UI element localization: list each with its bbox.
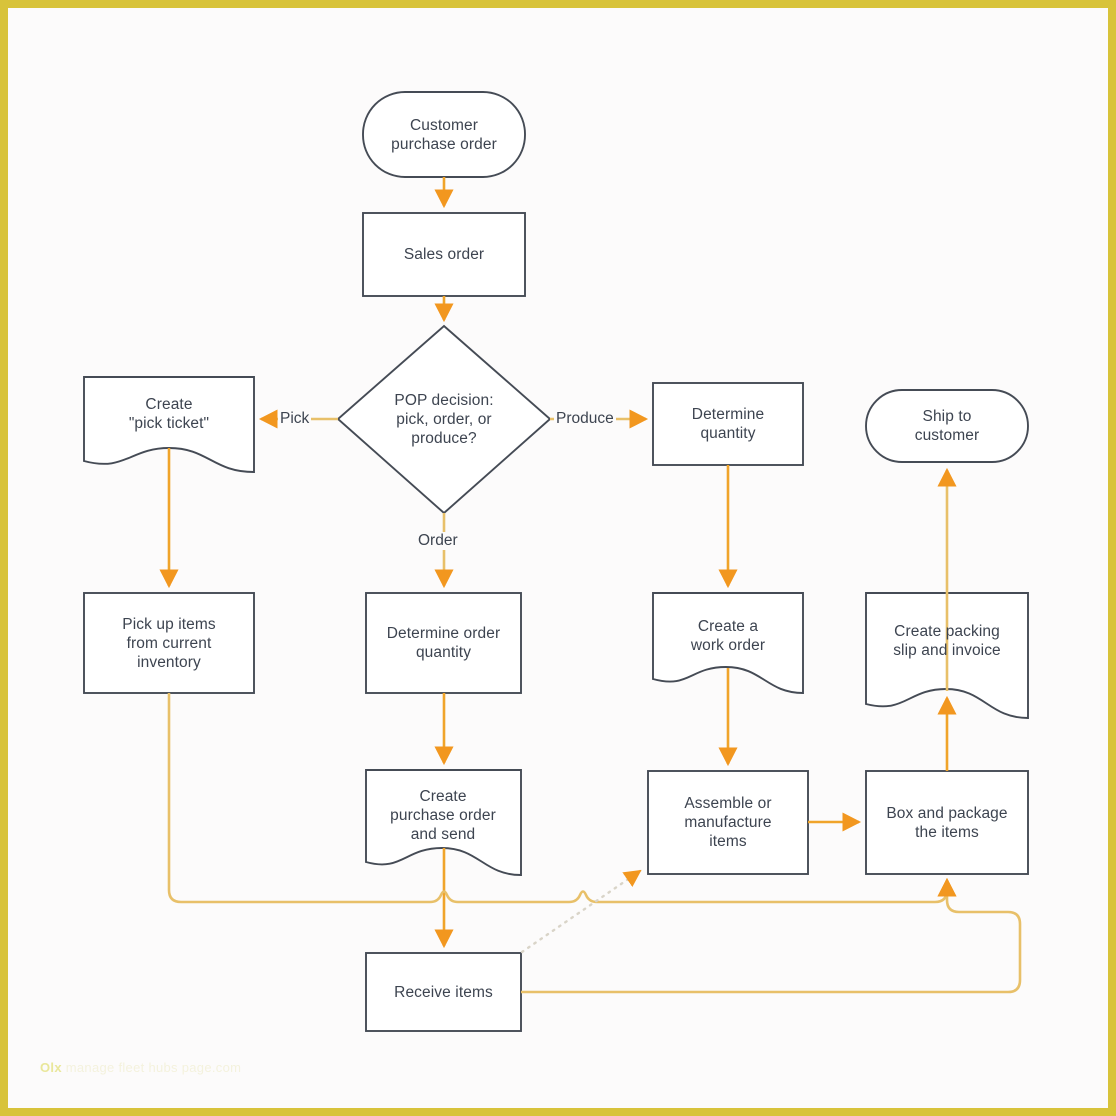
edge-label-produce: Produce [554, 410, 616, 428]
node-ship-to-customer[interactable] [865, 389, 1029, 463]
edge-receive-items-to-assemble-dotted [520, 869, 642, 954]
node-box-and-package[interactable] [865, 770, 1029, 875]
edge-label-order: Order [416, 532, 460, 550]
watermark: Olx manage fleet hubs page.com [40, 1060, 241, 1075]
node-determine-quantity[interactable] [652, 382, 804, 466]
watermark-accent: Olx [40, 1060, 62, 1075]
node-customer-purchase-order[interactable] [362, 91, 526, 178]
node-sales-order[interactable] [362, 212, 526, 297]
node-determine-order-quantity[interactable] [365, 592, 522, 694]
node-pick-up-items[interactable] [83, 592, 255, 694]
edge-pick-up-items-to-box-and-package [167, 693, 957, 904]
node-receive-items[interactable] [365, 952, 522, 1032]
flowchart-svg [83, 91, 1029, 1032]
diagram-canvas: Customer purchase order Sales order POP … [8, 8, 1108, 1108]
node-assemble-manufacture[interactable] [647, 770, 809, 875]
node-pop-decision[interactable] [336, 324, 552, 515]
watermark-text: manage fleet hubs page.com [61, 1060, 242, 1075]
edge-label-pick: Pick [278, 410, 312, 428]
